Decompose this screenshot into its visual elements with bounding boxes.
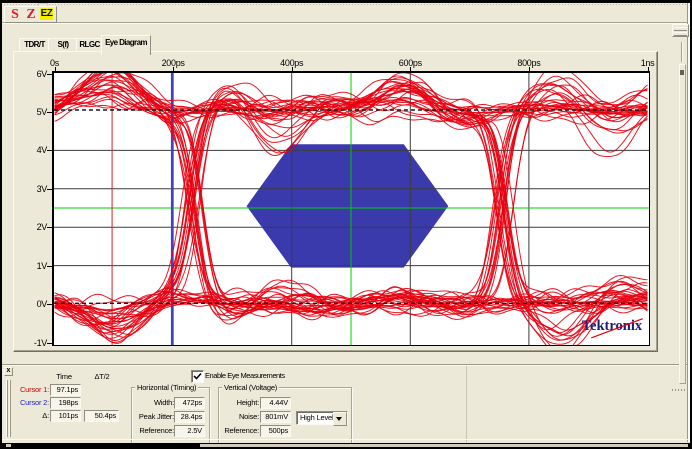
toolbar: S Z EZ — [4, 6, 57, 23]
right-bottom-grip-dots — [672, 389, 689, 391]
enable-eye-measurements-label: Enable Eye Measurements — [205, 371, 285, 381]
peak-jitter-label: Peak Jitter: — [139, 412, 174, 422]
y-tick-label: -1V — [17, 338, 47, 348]
eye-diagram-canvas: Tektronix — [54, 73, 649, 345]
y-tick-label: 1V — [17, 261, 47, 271]
vertical-voltage-group: Vertical (Voltage) Height: 4.44V Noise: … — [218, 387, 352, 443]
close-pane-button[interactable]: x — [4, 367, 13, 376]
enable-eye-measurements-checkbox[interactable] — [191, 370, 204, 383]
y-tick-label: 0V — [17, 299, 47, 309]
taskbar-sliver — [200, 444, 688, 447]
tab-rlgc[interactable]: RLGC — [76, 38, 103, 52]
delta-time-value[interactable]: 101ps — [50, 410, 81, 422]
slider-thumb-notch — [680, 70, 684, 75]
y-axis-labels: 6V 5V 4V 3V 2V 1V 0V -1V — [14, 52, 57, 352]
rebar-highlight — [2, 23, 690, 24]
app-window: S Z EZ TDR/T S(f) RLGC Eye Diagram 0s200… — [0, 0, 692, 449]
delta-half-value[interactable]: 50.4ps — [84, 410, 119, 422]
eye-mask-polygon — [247, 144, 449, 267]
noise-label: Noise: — [239, 412, 259, 422]
taskbar-sliver-left — [6, 444, 11, 447]
checkmark-icon — [193, 372, 202, 381]
grip-ridge — [674, 27, 687, 31]
y-tick-label: 6V — [17, 69, 47, 79]
dt2-column-header: ΔT/2 — [86, 372, 118, 382]
right-slider-track[interactable] — [681, 42, 683, 62]
pane-grip — [7, 380, 8, 437]
eye-diagram-plot[interactable]: Tektronix — [52, 71, 650, 346]
height-label: Height: — [237, 398, 259, 408]
eye-diagram-button[interactable]: EZ — [40, 8, 53, 20]
vertical-voltage-title: Vertical (Voltage) — [222, 383, 279, 392]
horizontal-timing-group: Horizontal (Timing) Width: 472ps Peak Ji… — [131, 387, 210, 443]
measurements-pane: x Time ΔT/2 Cursor 1: 97.1ps Cursor 2: 1… — [2, 364, 690, 443]
y-tick-label: 5V — [17, 107, 47, 117]
pane-grip — [10, 380, 11, 437]
dropdown-button[interactable] — [333, 412, 347, 426]
s-parameter-button[interactable]: S — [9, 8, 21, 21]
noise-value[interactable]: 801mV — [260, 411, 291, 423]
cursor1-time-value[interactable]: 97.1ps — [50, 384, 81, 396]
checkmark-stroke — [194, 374, 201, 379]
impedance-button[interactable]: Z — [25, 8, 37, 21]
peak-jitter-value[interactable]: 28.4ps — [174, 411, 205, 423]
h-reference-label: Reference: — [139, 426, 174, 436]
delta-label: Δ: — [42, 411, 49, 421]
y-tick-label: 4V — [17, 145, 47, 155]
cursor2-time-value[interactable]: 198ps — [50, 397, 81, 409]
horizontal-timing-title: Horizontal (Timing) — [135, 383, 198, 392]
v-reference-label: Reference: — [224, 426, 259, 436]
noise-level-dropdown[interactable]: High Level — [296, 411, 348, 425]
width-label: Width: — [154, 398, 174, 408]
right-slider-thumb[interactable] — [679, 64, 686, 384]
pane-divider — [466, 366, 467, 443]
time-column-header: Time — [48, 372, 80, 382]
y-tick-label: 3V — [17, 184, 47, 194]
height-value[interactable]: 4.44V — [260, 397, 291, 409]
noise-level-value: High Level — [300, 414, 333, 422]
v-reference-value[interactable]: 500ps — [260, 425, 291, 437]
right-splitter-grip[interactable] — [672, 24, 689, 37]
y-tick-label: 2V — [17, 222, 47, 232]
tektronix-watermark: Tektronix — [582, 318, 643, 334]
rebar-top-dots — [4, 4, 688, 5]
tab-sf[interactable]: S(f) — [48, 38, 78, 52]
eye-diagram-tab-page: 0s200ps400ps600ps800ps1ns 6V5V4V3V2V1V0V… — [13, 51, 658, 352]
chevron-down-icon — [336, 417, 342, 424]
width-value[interactable]: 472ps — [174, 397, 205, 409]
window-bottom-highlight — [2, 439, 690, 440]
grip-ridge — [674, 32, 687, 36]
cursor2-label: Cursor 2: — [20, 398, 49, 408]
tab-eye-diagram[interactable]: Eye Diagram — [101, 35, 151, 55]
h-reference-value[interactable]: 2.5V — [174, 425, 205, 437]
toolbar-band — [2, 3, 690, 23]
client-area: S Z EZ TDR/T S(f) RLGC Eye Diagram 0s200… — [2, 3, 690, 442]
tab-tdrt[interactable]: TDR/T — [19, 38, 50, 52]
cursor1-label: Cursor 1: — [20, 385, 49, 395]
window-right-edge-highlight — [688, 3, 690, 442]
